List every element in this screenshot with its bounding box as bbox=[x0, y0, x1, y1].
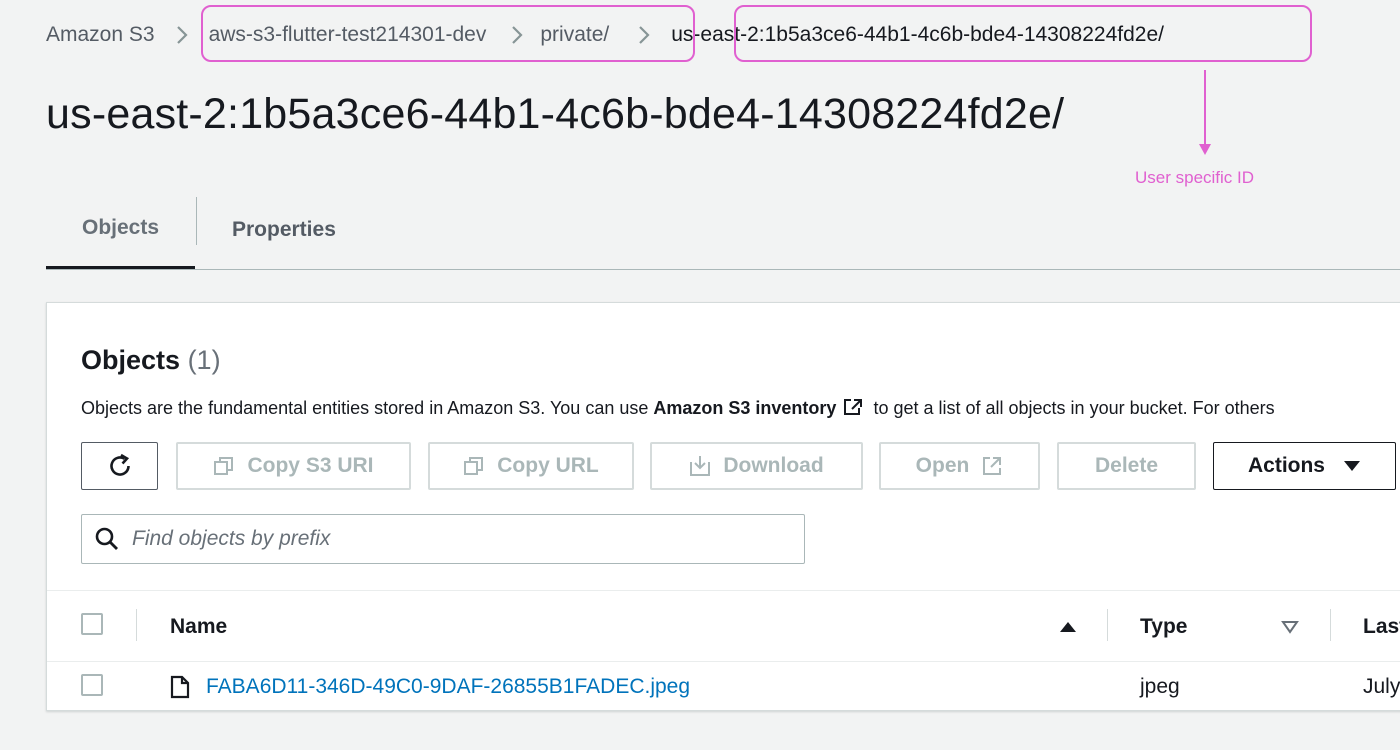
tab-properties[interactable]: Properties bbox=[232, 190, 336, 269]
refresh-button[interactable] bbox=[81, 442, 158, 490]
annotation-arrow-line bbox=[1204, 70, 1206, 148]
annotation-arrow-head bbox=[1199, 144, 1211, 155]
sort-ascending-icon[interactable] bbox=[1059, 591, 1077, 663]
s3-inventory-link[interactable]: Amazon S3 inventory bbox=[653, 398, 836, 418]
actions-dropdown-button[interactable]: Actions bbox=[1213, 442, 1396, 490]
column-header-name[interactable]: Name bbox=[170, 591, 227, 663]
copy-url-button[interactable]: Copy URL bbox=[428, 442, 634, 490]
breadcrumb-amazon-s3[interactable]: Amazon S3 bbox=[46, 23, 155, 47]
delete-button[interactable]: Delete bbox=[1057, 442, 1196, 490]
file-type-cell: jpeg bbox=[1140, 675, 1180, 698]
download-button[interactable]: Download bbox=[650, 442, 863, 490]
caret-down-icon bbox=[1325, 459, 1361, 473]
table-header: Name Type Last bbox=[47, 590, 1400, 662]
copy-s3-uri-label: Copy S3 URI bbox=[247, 454, 374, 477]
objects-description: Objects are the fundamental entities sto… bbox=[81, 397, 1275, 422]
tab-divider bbox=[196, 197, 197, 245]
page-title: us-east-2:1b5a3ce6-44b1-4c6b-bde4-143082… bbox=[46, 90, 1065, 138]
actions-label: Actions bbox=[1247, 454, 1325, 477]
column-header-last-modified[interactable]: Last bbox=[1363, 591, 1400, 663]
description-prefix: Objects are the fundamental entities sto… bbox=[81, 398, 649, 418]
row-checkbox[interactable] bbox=[81, 674, 103, 696]
column-divider bbox=[1107, 609, 1108, 641]
search-input[interactable] bbox=[132, 527, 772, 551]
select-all-checkbox[interactable] bbox=[81, 613, 103, 635]
download-label: Download bbox=[723, 454, 824, 477]
refresh-icon bbox=[106, 452, 134, 480]
description-suffix: to get a list of all objects in your buc… bbox=[873, 398, 1275, 418]
objects-heading: Objects (1) bbox=[81, 345, 221, 376]
chevron-right-icon bbox=[167, 23, 197, 47]
open-label: Open bbox=[915, 454, 970, 477]
download-icon bbox=[689, 454, 723, 478]
objects-count: (1) bbox=[187, 345, 221, 375]
search-box bbox=[81, 514, 805, 564]
highlight-box-bucket-path bbox=[201, 5, 695, 62]
column-divider bbox=[136, 609, 137, 641]
open-button[interactable]: Open bbox=[879, 442, 1040, 490]
delete-label: Delete bbox=[1094, 454, 1159, 477]
last-modified-cell: July bbox=[1363, 675, 1400, 698]
table-row: FABA6D11-346D-49C0-9DAF-26855B1FADEC.jpe… bbox=[47, 662, 1400, 712]
file-name-link[interactable]: FABA6D11-346D-49C0-9DAF-26855B1FADEC.jpe… bbox=[206, 675, 690, 699]
copy-s3-uri-button[interactable]: Copy S3 URI bbox=[176, 442, 411, 490]
copy-icon bbox=[463, 455, 497, 477]
objects-title: Objects bbox=[81, 345, 181, 375]
column-header-type[interactable]: Type bbox=[1140, 591, 1187, 663]
objects-panel: Objects (1) Objects are the fundamental … bbox=[46, 302, 1400, 711]
file-icon bbox=[170, 675, 190, 699]
tab-objects[interactable]: Objects bbox=[46, 190, 195, 269]
highlight-box-user-id bbox=[734, 5, 1312, 62]
file-name-cell: FABA6D11-346D-49C0-9DAF-26855B1FADEC.jpe… bbox=[170, 662, 690, 712]
copy-url-label: Copy URL bbox=[497, 454, 599, 477]
copy-icon bbox=[213, 455, 247, 477]
external-link-icon bbox=[981, 455, 1003, 477]
external-link-icon bbox=[842, 397, 864, 422]
annotation-label: User specific ID bbox=[1135, 168, 1255, 187]
tab-bar: Objects Properties bbox=[46, 190, 1400, 270]
search-icon bbox=[94, 526, 120, 552]
column-divider bbox=[1330, 609, 1331, 641]
sort-descending-icon[interactable] bbox=[1281, 591, 1299, 663]
